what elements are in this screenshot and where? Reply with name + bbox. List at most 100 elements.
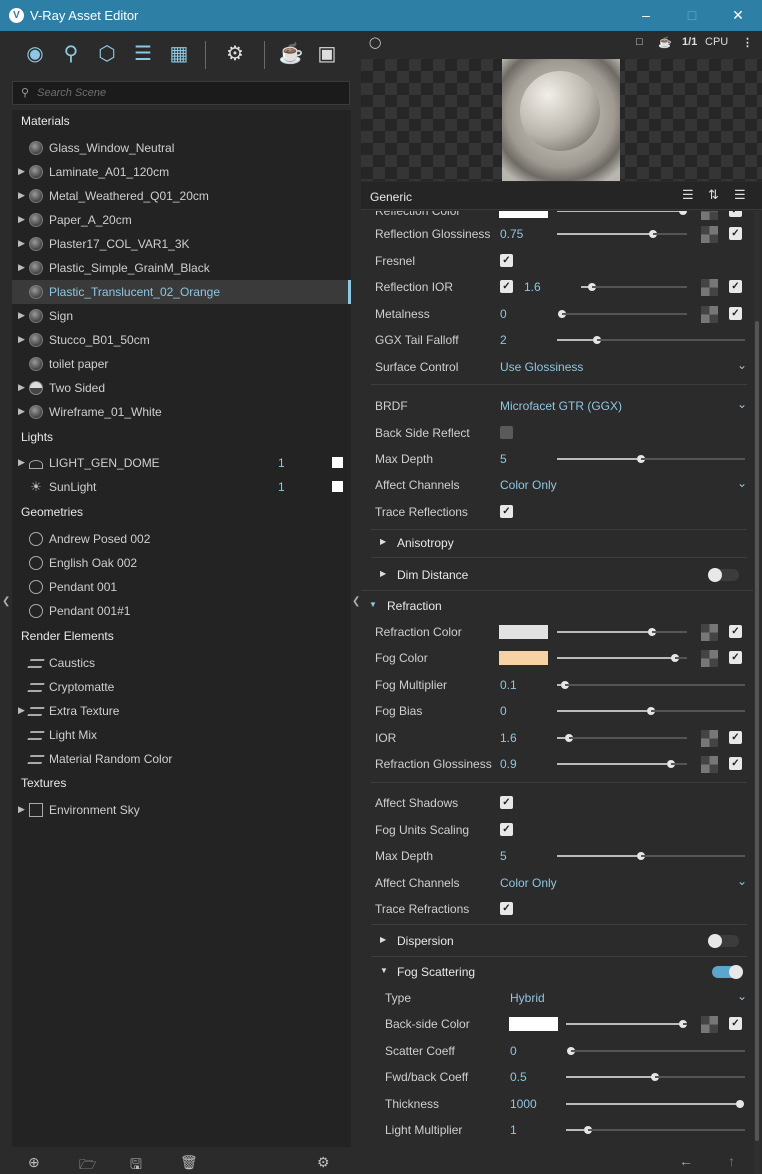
- trace-refractions-checkbox[interactable]: ✓: [500, 902, 513, 915]
- toggle-layers-icon[interactable]: ☰: [734, 187, 746, 203]
- fog-scattering-toggle[interactable]: [712, 965, 743, 979]
- material-item[interactable]: Plastic_Translucent_02_Orange: [12, 280, 351, 304]
- light-count[interactable]: 1: [278, 456, 285, 470]
- render-teapot-icon[interactable]: ☕: [658, 36, 672, 49]
- sliders-icon[interactable]: ☰: [682, 187, 694, 203]
- map-enable-checkbox[interactable]: ✓: [729, 280, 742, 293]
- render-element-item[interactable]: Material Random Color: [12, 747, 351, 771]
- collapse-right-icon[interactable]: ❮: [352, 596, 360, 607]
- map-enable-checkbox[interactable]: ✓: [729, 211, 742, 217]
- light-enable-checkbox[interactable]: [332, 457, 343, 468]
- type-select[interactable]: Hybrid: [510, 991, 545, 1005]
- material-item[interactable]: ▶ Metal_Weathered_Q01_20cm: [12, 184, 351, 208]
- render-element-item[interactable]: Light Mix: [12, 723, 351, 747]
- section-materials[interactable]: Materials: [21, 114, 70, 128]
- geometry-item[interactable]: Pendant 001#1: [12, 599, 351, 623]
- slider-track[interactable]: [566, 1129, 584, 1131]
- more-menu-icon[interactable]: ⋮: [742, 36, 753, 49]
- material-item[interactable]: toilet paper: [12, 352, 351, 376]
- material-item[interactable]: ▶ Wireframe_01_White: [12, 400, 351, 424]
- texture-slot-icon[interactable]: [701, 730, 718, 747]
- back-side-reflect-checkbox[interactable]: [500, 426, 513, 439]
- slider-track[interactable]: [566, 1023, 680, 1025]
- surface-control-select[interactable]: Use Glossiness: [500, 360, 583, 374]
- chevron-down-icon[interactable]: ⌄: [737, 358, 747, 372]
- map-enable-checkbox[interactable]: ✓: [729, 757, 742, 770]
- material-item[interactable]: ▶ Plaster17_COL_VAR1_3K: [12, 232, 351, 256]
- render-element-item[interactable]: Caustics: [12, 651, 351, 675]
- group-dim-distance[interactable]: ▶ Dim Distance: [361, 561, 753, 589]
- slider-track[interactable]: [557, 710, 647, 712]
- material-item[interactable]: ▶ Paper_A_20cm: [12, 208, 351, 232]
- properties-scrollbar[interactable]: [754, 211, 760, 1174]
- render-teapot-icon[interactable]: ☕: [278, 41, 304, 67]
- expand-arrow-icon[interactable]: ▶: [18, 406, 25, 417]
- light-item[interactable]: ☀ SunLight 1: [12, 475, 351, 499]
- fog-color-swatch[interactable]: [499, 651, 548, 665]
- back-arrow-icon[interactable]: ←: [679, 1153, 693, 1169]
- layers-icon[interactable]: ☰: [130, 41, 156, 67]
- map-enable-checkbox[interactable]: ✓: [729, 731, 742, 744]
- map-enable-checkbox[interactable]: ✓: [729, 651, 742, 664]
- maximize-button[interactable]: □: [681, 4, 703, 26]
- expand-arrow-icon[interactable]: ▶: [18, 334, 25, 345]
- chevron-down-icon[interactable]: ⌄: [737, 476, 747, 490]
- slider-track[interactable]: [557, 763, 667, 765]
- expand-arrow-icon[interactable]: ▶: [18, 804, 25, 815]
- refraction-color-swatch[interactable]: [499, 625, 548, 639]
- affect-shadows-checkbox[interactable]: ✓: [500, 796, 513, 809]
- frame-buffer-icon[interactable]: ▣: [314, 41, 340, 67]
- expand-arrow-icon[interactable]: ▶: [18, 262, 25, 273]
- search-input[interactable]: Search Scene: [37, 87, 106, 99]
- light-enable-checkbox[interactable]: [332, 481, 343, 492]
- slider-track[interactable]: [557, 631, 652, 633]
- add-asset-icon[interactable]: ⊕: [28, 1154, 40, 1171]
- section-render-elements[interactable]: Render Elements: [21, 629, 114, 643]
- geometry-item[interactable]: English Oak 002: [12, 551, 351, 575]
- geometry-item[interactable]: Pendant 001: [12, 575, 351, 599]
- minimize-button[interactable]: –: [635, 4, 657, 26]
- dispersion-toggle[interactable]: [708, 934, 739, 948]
- purge-broom-icon[interactable]: ⚙: [317, 1154, 330, 1171]
- affect-channels-select[interactable]: Color Only: [500, 478, 557, 492]
- slider-track[interactable]: [566, 1103, 738, 1105]
- chevron-down-icon[interactable]: ⌄: [737, 989, 747, 1003]
- textures-icon[interactable]: ▦: [166, 41, 192, 67]
- texture-slot-icon[interactable]: [701, 624, 718, 641]
- delete-icon[interactable]: 🗑: [180, 1154, 198, 1171]
- material-item[interactable]: Glass_Window_Neutral: [12, 136, 351, 160]
- brdf-select[interactable]: Microfacet GTR (GGX): [500, 399, 622, 413]
- fresnel-checkbox[interactable]: ✓: [500, 254, 513, 267]
- expand-arrow-icon[interactable]: ▶: [18, 214, 25, 225]
- add-layer-icon[interactable]: ⇅: [708, 187, 719, 203]
- slider-track[interactable]: [566, 1076, 652, 1078]
- section-lights[interactable]: Lights: [21, 430, 53, 444]
- render-engine-select[interactable]: CPU: [705, 36, 728, 48]
- expand-arrow-icon[interactable]: ▶: [18, 382, 25, 393]
- settings-gear-icon[interactable]: ⚙: [222, 41, 248, 67]
- slider-track[interactable]: [557, 339, 593, 341]
- texture-slot-icon[interactable]: [701, 211, 718, 220]
- search-box[interactable]: ⚲ Search Scene: [12, 81, 350, 105]
- render-element-item[interactable]: ▶ Extra Texture: [12, 699, 351, 723]
- texture-slot-icon[interactable]: [701, 279, 718, 296]
- material-item[interactable]: ▶ Plastic_Simple_GrainM_Black: [12, 256, 351, 280]
- slider-track[interactable]: [557, 233, 653, 235]
- map-enable-checkbox[interactable]: ✓: [729, 227, 742, 240]
- map-enable-checkbox[interactable]: ✓: [729, 307, 742, 320]
- render-element-item[interactable]: Cryptomatte: [12, 675, 351, 699]
- texture-slot-icon[interactable]: [701, 226, 718, 243]
- group-fog-scattering[interactable]: ▼ Fog Scattering: [361, 958, 753, 986]
- geometry-cube-icon[interactable]: ⬡: [94, 41, 120, 67]
- texture-slot-icon[interactable]: [701, 756, 718, 773]
- slider-knob[interactable]: [736, 1100, 744, 1108]
- preview-ratio[interactable]: 1/1: [682, 36, 697, 48]
- expand-arrow-icon[interactable]: ▶: [18, 310, 25, 321]
- back-side-color-swatch[interactable]: [509, 1017, 558, 1031]
- dim-distance-toggle[interactable]: [708, 568, 739, 582]
- group-anisotropy[interactable]: ▶ Anisotropy: [361, 529, 753, 557]
- collapse-left-icon[interactable]: ❮: [2, 596, 10, 607]
- expand-arrow-icon[interactable]: ▶: [18, 166, 25, 177]
- fog-units-scaling-checkbox[interactable]: ✓: [500, 823, 513, 836]
- open-folder-icon[interactable]: 🗁: [79, 1154, 96, 1174]
